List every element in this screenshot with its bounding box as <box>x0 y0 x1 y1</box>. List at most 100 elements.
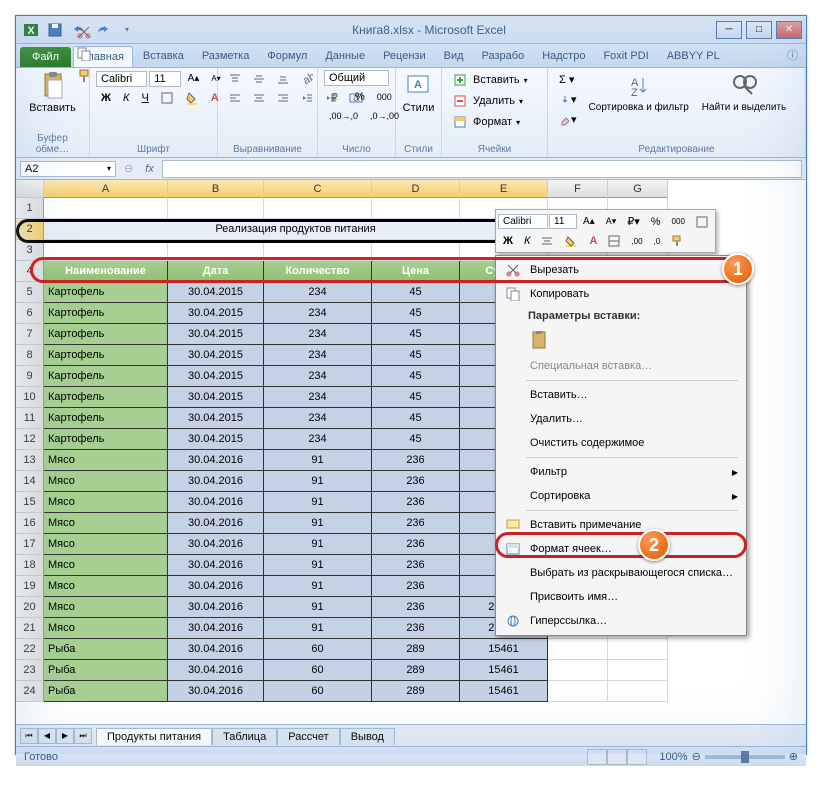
cell[interactable]: 91 <box>264 492 372 513</box>
cell[interactable] <box>168 198 264 219</box>
cell[interactable]: 45 <box>372 366 460 387</box>
qat-more-icon[interactable]: ▾ <box>116 19 138 41</box>
mini-painter-icon[interactable] <box>666 232 688 250</box>
cell[interactable]: 30.04.2015 <box>168 324 264 345</box>
cell[interactable]: 234 <box>264 408 372 429</box>
cell[interactable]: Мясо <box>44 450 168 471</box>
normal-view-icon[interactable] <box>587 749 607 765</box>
cell[interactable] <box>44 198 168 219</box>
fx-icon[interactable]: fx <box>137 163 162 175</box>
minimize-button[interactable]: ─ <box>716 21 742 39</box>
cell[interactable]: Мясо <box>44 576 168 597</box>
ctx-delete[interactable]: Удалить… <box>498 407 744 431</box>
mini-size-select[interactable]: 11 <box>549 214 577 229</box>
mini-currency-icon[interactable]: ₽▾ <box>622 212 645 231</box>
cell[interactable]: 236 <box>372 597 460 618</box>
cell[interactable]: 236 <box>372 534 460 555</box>
mini-fill-icon[interactable] <box>559 232 583 250</box>
cell[interactable]: 236 <box>372 618 460 639</box>
clear-icon[interactable]: ▾ <box>554 110 582 129</box>
column-header-F[interactable]: F <box>548 180 608 198</box>
cell[interactable] <box>608 639 668 660</box>
cell[interactable]: 30.04.2016 <box>168 681 264 702</box>
cell[interactable] <box>44 240 168 261</box>
cell[interactable]: Картофель <box>44 429 168 450</box>
cell[interactable]: 30.04.2016 <box>168 513 264 534</box>
column-header-D[interactable]: D <box>372 180 460 198</box>
cell[interactable] <box>372 198 460 219</box>
cell[interactable]: 45 <box>372 324 460 345</box>
cell[interactable]: 45 <box>372 303 460 324</box>
cell[interactable]: Картофель <box>44 324 168 345</box>
row-header-22[interactable]: 22 <box>16 639 44 660</box>
tab-nav-first-icon[interactable]: ⏮ <box>20 728 38 744</box>
zoom-in-icon[interactable]: ⊕ <box>789 750 798 763</box>
orientation-icon[interactable]: ab <box>296 70 318 88</box>
cell[interactable] <box>608 681 668 702</box>
column-header-E[interactable]: E <box>460 180 548 198</box>
cell[interactable]: 30.04.2016 <box>168 576 264 597</box>
copy-icon[interactable] <box>72 44 96 64</box>
cell[interactable]: 289 <box>372 639 460 660</box>
cut-icon[interactable] <box>72 22 96 42</box>
row-header-23[interactable]: 23 <box>16 660 44 681</box>
row-header-6[interactable]: 6 <box>16 303 44 324</box>
ctx-copy[interactable]: Копировать <box>498 282 744 306</box>
excel-icon[interactable]: X <box>20 19 42 41</box>
find-select-button[interactable]: Найти и выделить <box>696 70 792 115</box>
header-cell[interactable]: Дата <box>168 261 264 282</box>
page-break-view-icon[interactable] <box>627 749 647 765</box>
page-layout-view-icon[interactable] <box>607 749 627 765</box>
ctx-paste-special[interactable]: Специальная вставка… <box>498 354 744 378</box>
row-header-15[interactable]: 15 <box>16 492 44 513</box>
cell[interactable]: 234 <box>264 429 372 450</box>
cell[interactable]: 45 <box>372 345 460 366</box>
cell[interactable]: 30.04.2016 <box>168 555 264 576</box>
row-header-2[interactable]: 2 <box>16 219 44 240</box>
grow-font-icon[interactable]: A▴ <box>183 70 205 87</box>
cell[interactable]: 234 <box>264 282 372 303</box>
row-header-10[interactable]: 10 <box>16 387 44 408</box>
cell[interactable]: Картофель <box>44 408 168 429</box>
align-right-icon[interactable] <box>272 89 294 107</box>
cell[interactable]: 236 <box>372 576 460 597</box>
cell[interactable] <box>548 681 608 702</box>
align-top-icon[interactable] <box>224 70 246 88</box>
cell[interactable]: 236 <box>372 555 460 576</box>
mini-dec-inc-icon[interactable]: ,0 <box>649 234 666 249</box>
mini-font-select[interactable]: Calibri <box>498 214 548 229</box>
cell[interactable]: 234 <box>264 366 372 387</box>
cell[interactable]: Мясо <box>44 492 168 513</box>
row-header-17[interactable]: 17 <box>16 534 44 555</box>
cell[interactable]: 30.04.2015 <box>168 366 264 387</box>
tab-nav-last-icon[interactable]: ⏭ <box>74 728 92 744</box>
select-all-button[interactable] <box>16 180 44 198</box>
row-header-11[interactable]: 11 <box>16 408 44 429</box>
cell[interactable]: 30.04.2016 <box>168 450 264 471</box>
cell[interactable]: 289 <box>372 681 460 702</box>
mini-borders2-icon[interactable] <box>603 232 625 250</box>
cell[interactable]: 91 <box>264 618 372 639</box>
decrease-indent-icon[interactable] <box>296 89 318 107</box>
row-header-18[interactable]: 18 <box>16 555 44 576</box>
ctx-filter[interactable]: Фильтр▶ <box>498 460 744 484</box>
mini-fontcolor-icon[interactable]: A <box>584 232 602 250</box>
cell[interactable]: Мясо <box>44 534 168 555</box>
tab-nav-prev-icon[interactable]: ◀ <box>38 728 56 744</box>
tab-вид[interactable]: Вид <box>436 46 472 67</box>
mini-inc-dec-icon[interactable]: ,00 <box>626 234 647 249</box>
cell[interactable] <box>264 240 372 261</box>
cell[interactable]: 45 <box>372 408 460 429</box>
tab-nav-next-icon[interactable]: ▶ <box>56 728 74 744</box>
cell[interactable]: 289 <box>372 660 460 681</box>
cell[interactable]: 91 <box>264 513 372 534</box>
format-cells-button[interactable]: Формат▾ <box>448 112 541 132</box>
header-cell[interactable]: Цена <box>372 261 460 282</box>
zoom-out-icon[interactable]: ⊖ <box>692 750 701 763</box>
cell[interactable] <box>608 660 668 681</box>
column-header-C[interactable]: C <box>264 180 372 198</box>
ctx-sort[interactable]: Сортировка▶ <box>498 484 744 508</box>
header-cell[interactable]: Количество <box>264 261 372 282</box>
ctx-format-cells[interactable]: Формат ячеек… <box>498 537 744 561</box>
sort-filter-button[interactable]: AZ Сортировка и фильтр <box>583 70 695 115</box>
